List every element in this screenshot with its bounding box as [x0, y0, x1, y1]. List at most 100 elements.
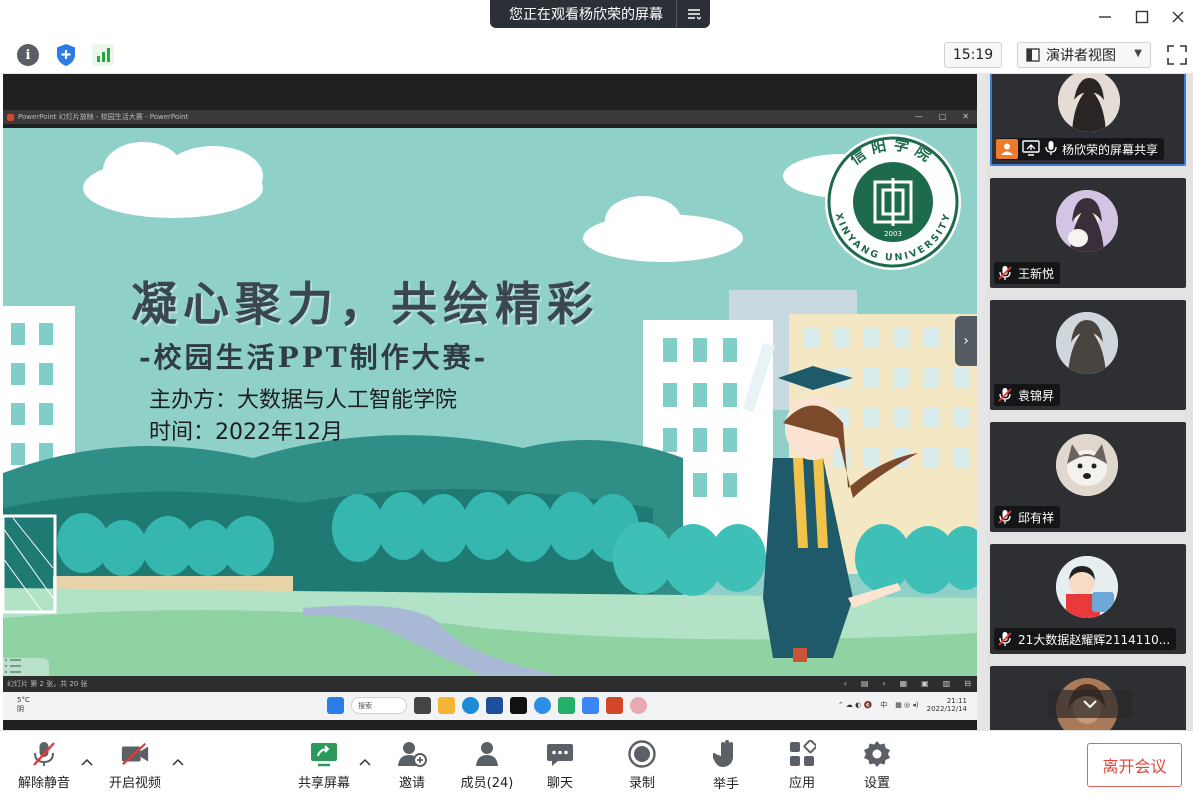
chat-button[interactable]: 聊天 — [540, 739, 580, 791]
share-menu-icon[interactable] — [676, 0, 710, 28]
settings-label: 设置 — [863, 776, 890, 791]
meeting-app-icon — [582, 697, 599, 714]
logo-year: 2003 — [884, 230, 902, 238]
raise-hand-label: 举手 — [712, 777, 739, 792]
windows-taskbar: 5°C 阴 搜索 ⌃ ☁ ◐ 🔇 中 ▦ ◎ ◂) 21:11 2022/12/… — [3, 692, 977, 720]
taskbar-weather: 5°C 阴 — [17, 696, 30, 714]
start-video-label: 开启视频 — [108, 776, 161, 791]
participant-tile-0[interactable]: 杨欣荣的屏幕共享 — [990, 74, 1186, 166]
members-button[interactable]: 成员(24) — [456, 739, 518, 791]
participant-name: 袁锦昇 — [1018, 388, 1055, 403]
powerpoint-taskbar-icon — [606, 697, 623, 714]
taskbar-search: 搜索 — [351, 697, 407, 714]
participant-nameplate: 王新悦 — [994, 262, 1061, 284]
participant-name: 杨欣荣的屏幕共享 — [1062, 142, 1159, 157]
minimize-icon[interactable] — [1093, 6, 1117, 28]
collapse-panel-button[interactable]: › — [955, 316, 977, 366]
slide-title: 凝心聚力，共绘精彩 — [131, 277, 599, 331]
participant-nameplate: 袁锦昇 — [994, 384, 1061, 406]
participant-name: 王新悦 — [1018, 266, 1055, 281]
slide-counter: 幻灯片 第 2 张，共 20 张 — [7, 680, 88, 688]
app-icon — [510, 697, 527, 714]
fullscreen-icon[interactable] — [1166, 44, 1188, 66]
shared-screen[interactable]: PowerPoint 幻灯片放映 - 校园生活大赛 - PowerPoint —… — [3, 74, 977, 730]
apps-button[interactable]: 应用 — [782, 739, 822, 791]
add-user-icon — [397, 739, 427, 768]
view-mode-dropdown[interactable]: 演讲者视图 ▼ — [1017, 42, 1151, 68]
microphone-muted-icon — [996, 508, 1014, 526]
participant-nameplate: 21大数据赵耀辉2114110... — [994, 628, 1177, 650]
video-options-chevron-up-icon[interactable] — [171, 755, 185, 769]
invite-button[interactable]: 邀请 — [392, 739, 432, 791]
chevron-down-icon: ▼ — [1134, 48, 1142, 59]
chevron-down-icon — [1083, 700, 1097, 709]
meeting-info-bar: i 15:19 演讲者视图 ▼ — [0, 36, 1193, 74]
maximize-icon[interactable] — [1130, 6, 1154, 28]
system-tray: ⌃ ☁ ◐ 🔇 中 ▦ ◎ ◂) 21:11 2022/12/14 — [837, 697, 967, 713]
taskbar-ime: 中 — [880, 701, 888, 709]
meeting-timer: 15:19 — [944, 42, 1002, 68]
info-icon[interactable]: i — [17, 44, 39, 66]
browser-icon — [534, 697, 551, 714]
settings-button[interactable]: 设置 — [857, 739, 897, 791]
avatar — [1056, 312, 1118, 374]
audio-options-chevron-up-icon[interactable] — [80, 755, 94, 769]
members-label: 成员(24) — [460, 776, 514, 791]
title-bar: 您正在观看杨欣荣的屏幕 — [0, 0, 1193, 36]
ppt-status-bar: 幻灯片 第 2 张，共 20 张 ‹ ▤ › ▦ ▣ ▥ ⊟ — [3, 676, 977, 692]
participant-tile-1[interactable]: 王新悦 — [990, 178, 1186, 288]
record-icon — [627, 739, 657, 768]
windows-start-icon — [327, 697, 344, 714]
network-signal-icon[interactable] — [92, 44, 114, 66]
edge-icon — [462, 697, 479, 714]
close-icon[interactable] — [1166, 6, 1190, 28]
share-screen-label: 共享屏幕 — [297, 776, 350, 791]
host-user-icon — [996, 139, 1018, 159]
ppt-window-title: PowerPoint 幻灯片放映 - 校园生活大赛 - PowerPoint — [18, 113, 189, 121]
avatar-taskbar-icon — [630, 697, 647, 714]
security-shield-icon[interactable] — [55, 43, 77, 67]
slide-organizer: 主办方：大数据与人工智能学院 — [149, 388, 458, 413]
taskbar-weather-temp: 5°C — [17, 696, 30, 704]
taskbar-date: 2022/12/14 — [926, 705, 967, 713]
participant-tile-4[interactable]: 21大数据赵耀辉2114110... — [990, 544, 1186, 654]
avatar — [1058, 74, 1120, 132]
participant-name: 邱有祥 — [1018, 510, 1055, 525]
camera-off-icon — [120, 739, 150, 768]
university-logo: 信阳学院 XINYANG UNIVERSITY 2003 — [823, 132, 963, 272]
unmute-label: 解除静音 — [17, 776, 70, 791]
meeting-controls-bar: 解除静音 开启视频 共享屏幕 邀请 成员(24) 聊天 录制 举手 应用 设置 … — [0, 730, 1193, 796]
store-icon — [486, 697, 503, 714]
participant-name: 21大数据赵耀辉2114110... — [1018, 632, 1171, 647]
raise-hand-button[interactable]: 举手 — [706, 739, 746, 792]
participant-tile-3[interactable]: 邱有祥 — [990, 422, 1186, 532]
gear-icon — [862, 739, 892, 768]
view-mode-label: 演讲者视图 — [1046, 48, 1116, 64]
microphone-muted-icon — [996, 386, 1014, 404]
unmute-button[interactable]: 解除静音 — [14, 739, 74, 791]
slide-list-icon[interactable] — [3, 658, 49, 676]
ppt-window-controls: — □ ✕ — [914, 112, 969, 121]
share-banner: 您正在观看杨欣荣的屏幕 — [490, 0, 710, 28]
apps-icon — [787, 739, 817, 768]
avatar — [1056, 190, 1118, 252]
share-options-chevron-up-icon[interactable] — [358, 755, 372, 769]
participant-panel: 杨欣荣的屏幕共享 王新悦 袁锦昇 邱有祥 21大数据赵耀辉2114110... — [987, 74, 1193, 730]
microphone-icon — [1044, 140, 1058, 159]
participant-tile-2[interactable]: 袁锦昇 — [990, 300, 1186, 410]
scroll-down-button[interactable] — [1048, 690, 1132, 718]
record-button[interactable]: 录制 — [622, 739, 662, 791]
screen-share-icon — [1022, 139, 1040, 159]
taskbar-weather-desc: 阴 — [17, 705, 24, 713]
chat-label: 聊天 — [546, 776, 573, 791]
taskbar-time: 21:11 — [946, 697, 967, 705]
share-screen-button[interactable]: 共享屏幕 — [293, 739, 355, 791]
ppt-window-titlebar: PowerPoint 幻灯片放映 - 校园生活大赛 - PowerPoint —… — [3, 110, 977, 124]
leave-meeting-button[interactable]: 离开会议 — [1087, 743, 1182, 787]
avatar — [1056, 434, 1118, 496]
start-video-button[interactable]: 开启视频 — [104, 739, 166, 791]
avatar — [1056, 556, 1118, 618]
powerpoint-icon — [7, 113, 14, 121]
invite-label: 邀请 — [398, 776, 425, 791]
panel-divider[interactable] — [977, 74, 987, 730]
